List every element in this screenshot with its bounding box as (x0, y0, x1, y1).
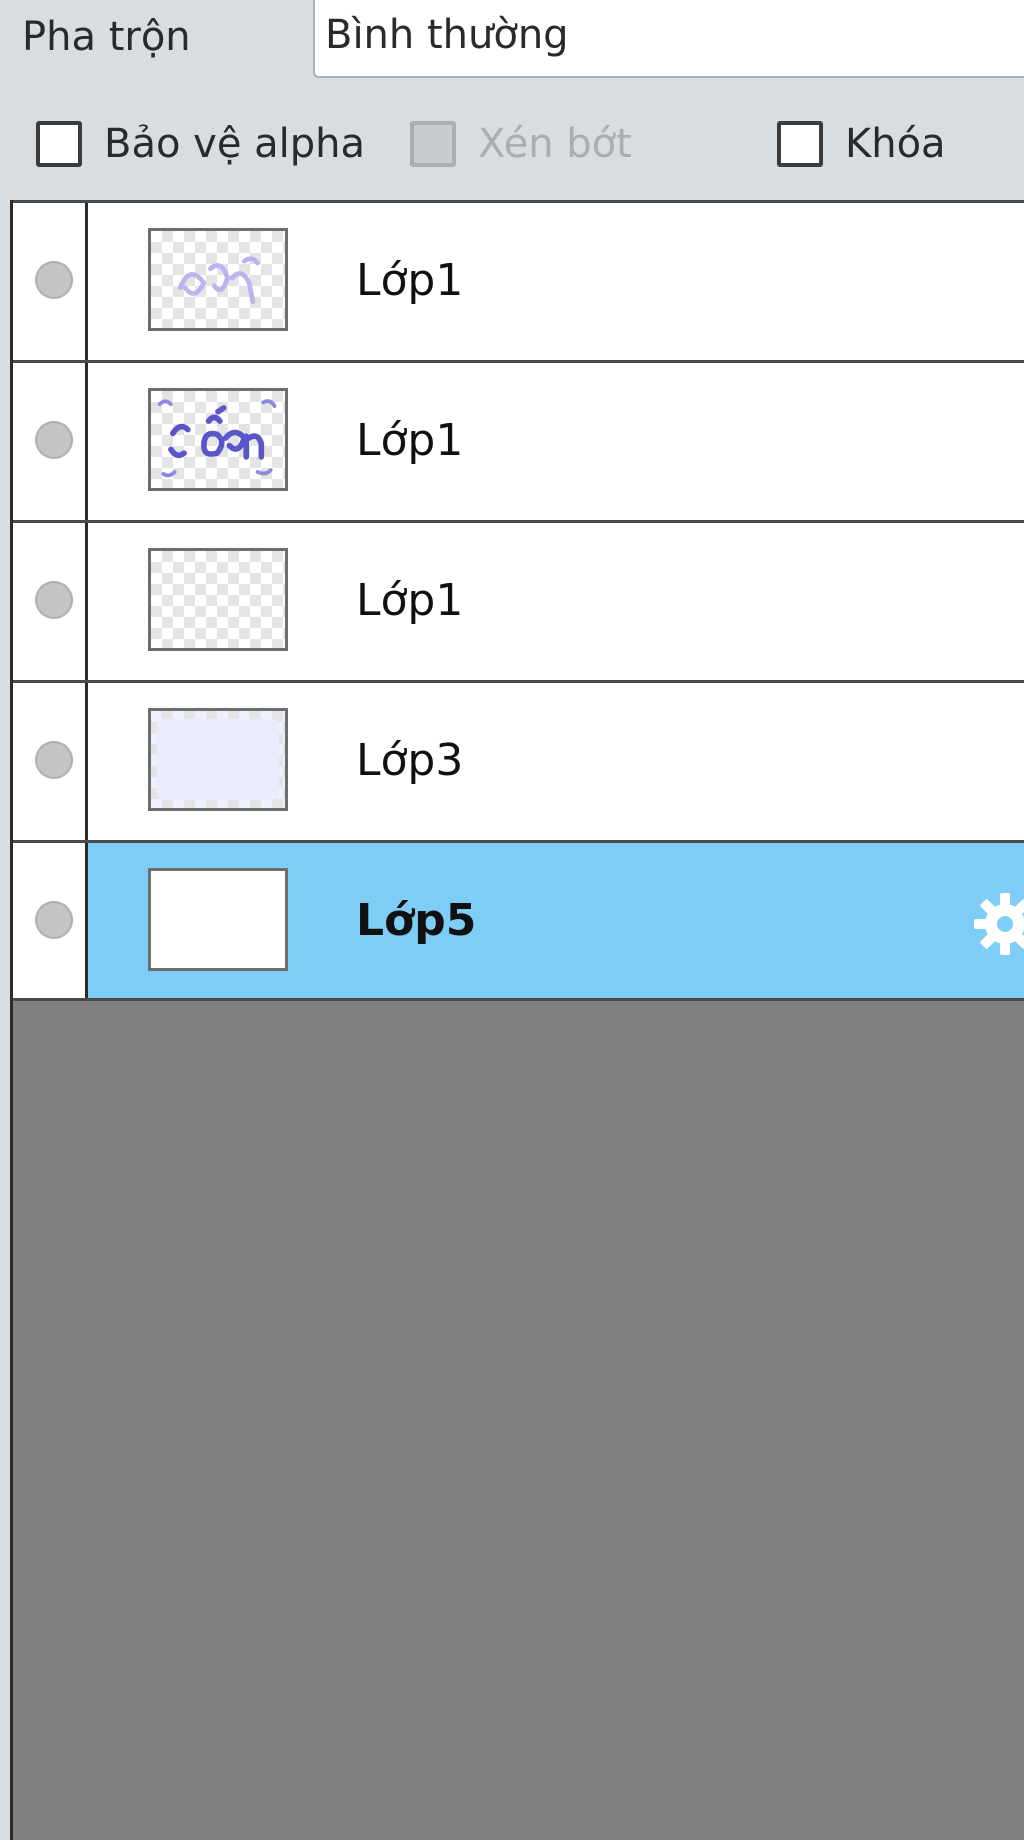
layer-content: Lớp1 (88, 523, 1024, 680)
lock-option[interactable]: Khóa (777, 116, 946, 172)
layer-content: Lớp3 (88, 683, 1024, 840)
layer-thumbnail (148, 868, 288, 971)
layer-row[interactable]: Lớp3 (13, 680, 1024, 840)
visibility-column (13, 843, 88, 998)
alpha-protect-option[interactable]: Bảo vệ alpha (36, 116, 365, 172)
layer-list: Lớp1 Lớp1 Lớp1 Lớp3 Lớp5 (10, 200, 1024, 1840)
layer-thumbnail (148, 388, 288, 491)
gear-icon[interactable] (970, 889, 1024, 959)
layer-name: Lớp1 (356, 415, 464, 466)
layer-content: Lớp1 (88, 203, 1024, 360)
blend-mode-row: Pha trộn Bình thường (0, 0, 1024, 88)
layer-row[interactable]: Lớp1 (13, 520, 1024, 680)
visibility-toggle[interactable] (35, 901, 73, 939)
visibility-toggle[interactable] (35, 261, 73, 299)
alpha-protect-checkbox[interactable] (36, 121, 82, 167)
layer-content: Lớp1 (88, 363, 1024, 520)
visibility-toggle[interactable] (35, 741, 73, 779)
lock-checkbox[interactable] (777, 121, 823, 167)
thumbnail-art (177, 256, 260, 304)
visibility-column (13, 363, 88, 520)
clipping-option: Xén bớt (410, 116, 632, 172)
layer-row[interactable]: Lớp1 (13, 200, 1024, 360)
layer-name: Lớp1 (356, 575, 464, 626)
thumbnail-art (157, 399, 277, 478)
visibility-column (13, 523, 88, 680)
layer-row[interactable]: Lớp1 (13, 360, 1024, 520)
layer-thumbnail (148, 708, 288, 811)
layer-name: Lớp3 (356, 735, 464, 786)
layer-name: Lớp5 (356, 895, 477, 946)
clipping-label: Xén bớt (478, 121, 632, 167)
layer-name: Lớp1 (356, 255, 464, 306)
layer-thumbnail (148, 548, 288, 651)
visibility-column (13, 203, 88, 360)
layer-content: Lớp5 (88, 843, 1024, 998)
blend-mode-select[interactable]: Bình thường (313, 0, 1024, 78)
layer-row-selected[interactable]: Lớp5 (13, 840, 1024, 1001)
clipping-checkbox (410, 121, 456, 167)
blend-mode-label: Pha trộn (22, 14, 191, 60)
visibility-column (13, 683, 88, 840)
layer-thumbnail (148, 228, 288, 331)
visibility-toggle[interactable] (35, 581, 73, 619)
blend-mode-value: Bình thường (325, 12, 569, 58)
layer-options-row: Bảo vệ alpha Xén bớt Khóa (0, 92, 1024, 200)
visibility-toggle[interactable] (35, 421, 73, 459)
lock-label: Khóa (845, 121, 946, 167)
alpha-protect-label: Bảo vệ alpha (104, 121, 366, 167)
